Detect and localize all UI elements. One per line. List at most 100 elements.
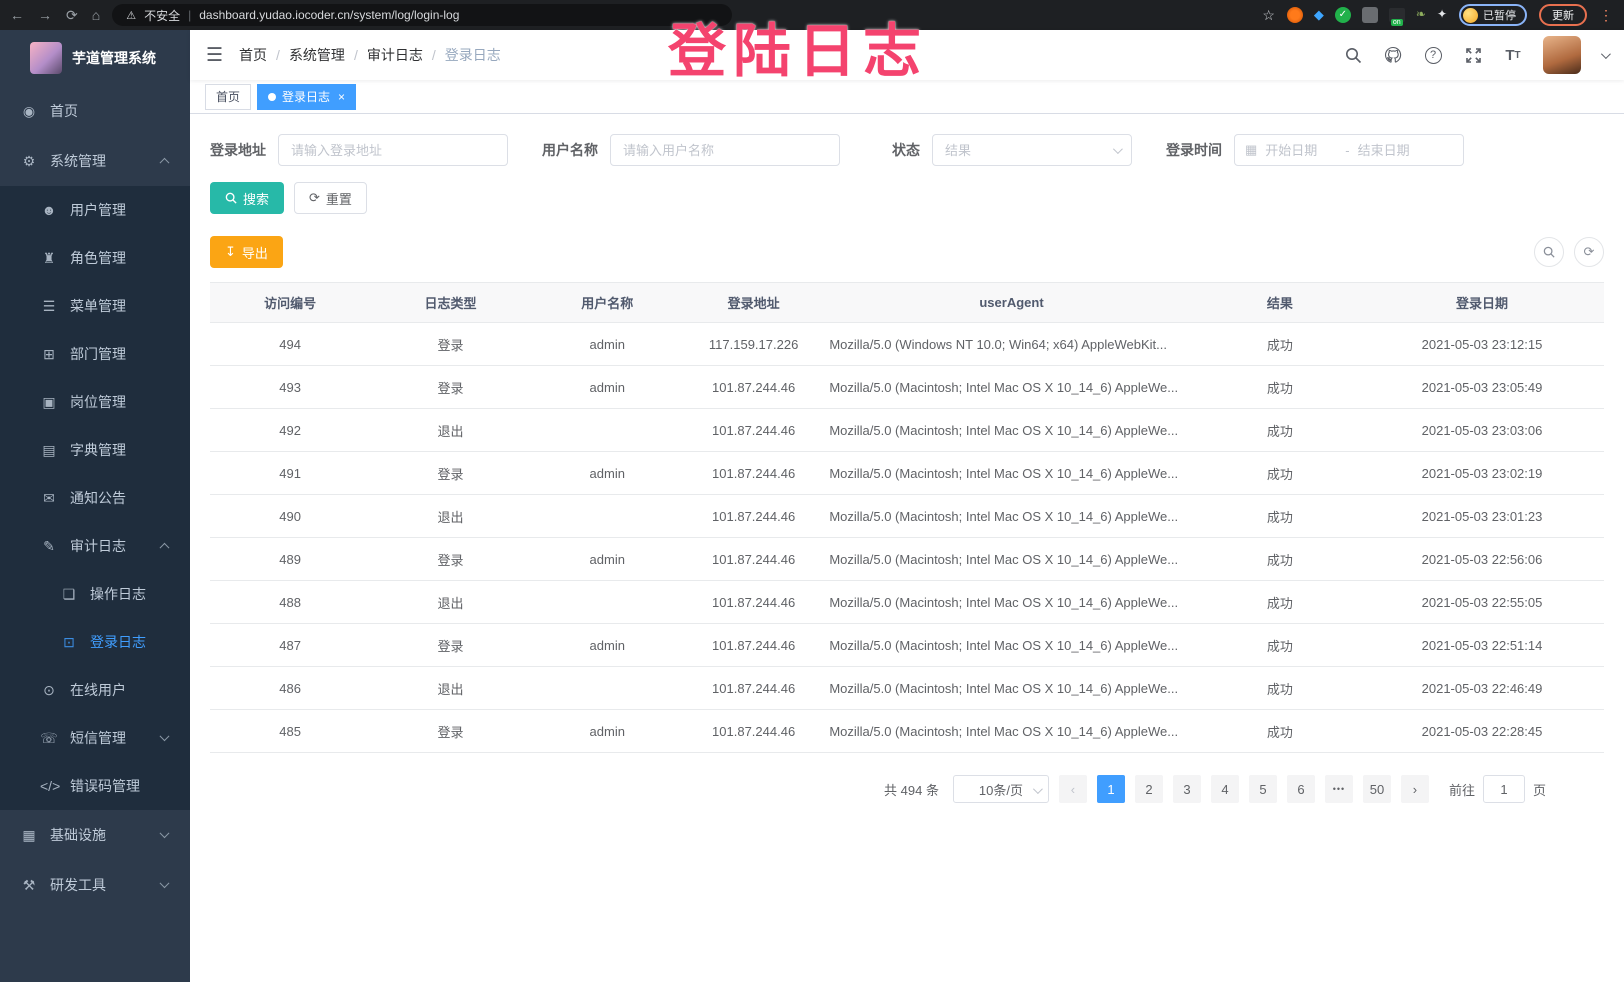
- sidebar-item-label: 用户管理: [70, 200, 126, 220]
- page-size-select[interactable]: 10条/页: [953, 775, 1049, 803]
- column-header-1: 访问编号: [210, 283, 370, 323]
- sidebar-item-dashboard[interactable]: ◉首页: [0, 86, 190, 136]
- calendar-icon: ▦: [1245, 142, 1257, 158]
- table-row: 491登录admin101.87.244.46Mozilla/5.0 (Maci…: [210, 452, 1604, 495]
- avatar-caret-down-icon[interactable]: [1601, 49, 1611, 59]
- sidebar-item-dict[interactable]: ▤字典管理: [0, 426, 190, 474]
- status-select[interactable]: [932, 134, 1132, 166]
- prev-page-button[interactable]: ‹: [1059, 775, 1087, 803]
- sidebar-item-sms[interactable]: ☏短信管理: [0, 714, 190, 762]
- username-input[interactable]: [610, 134, 840, 166]
- sidebar-item-gear[interactable]: ⚙系统管理: [0, 136, 190, 186]
- cell: 登录: [370, 710, 530, 753]
- active-tab-dot-icon: [268, 93, 276, 101]
- browser-profile-paused[interactable]: 已暂停: [1459, 4, 1527, 26]
- sidebar-item-user[interactable]: ☻用户管理: [0, 186, 190, 234]
- online-users-icon: ⊙: [40, 682, 58, 699]
- page-button-4[interactable]: 4: [1211, 775, 1239, 803]
- cell: 489: [210, 538, 370, 581]
- next-page-button[interactable]: ›: [1401, 775, 1429, 803]
- export-button[interactable]: ↧ 导出: [210, 236, 283, 268]
- hamburger-icon[interactable]: ☰: [206, 44, 223, 67]
- tab-home[interactable]: 首页: [205, 84, 251, 110]
- sidebar-item-dept-tree[interactable]: ⊞部门管理: [0, 330, 190, 378]
- browser-menu-icon[interactable]: ⋮: [1599, 7, 1614, 24]
- sidebar-item-label: 错误码管理: [70, 776, 140, 796]
- sidebar-item-menu-list[interactable]: ☰菜单管理: [0, 282, 190, 330]
- extension-icon-plant[interactable]: ❧: [1416, 7, 1426, 23]
- sidebar-item-infra[interactable]: ▦基础设施: [0, 810, 190, 860]
- breadcrumb-audit[interactable]: 审计日志: [367, 45, 423, 65]
- cell: 485: [210, 710, 370, 753]
- refresh-icon: ⟳: [309, 190, 320, 206]
- start-date-input[interactable]: [1265, 143, 1337, 158]
- cell: 2021-05-03 22:51:14: [1360, 624, 1604, 667]
- sidebar-item-tool[interactable]: ⚒研发工具: [0, 860, 190, 910]
- page-button-2[interactable]: 2: [1135, 775, 1163, 803]
- page-unit-label: 页: [1533, 780, 1546, 799]
- search-button[interactable]: 搜索: [210, 182, 284, 214]
- browser-forward-icon[interactable]: →: [38, 7, 52, 24]
- fullscreen-icon[interactable]: [1463, 45, 1483, 65]
- tab-close-icon[interactable]: ×: [338, 90, 345, 104]
- cell: 成功: [1200, 624, 1360, 667]
- font-size-icon[interactable]: TT: [1503, 45, 1523, 65]
- sidebar-item-role[interactable]: ♜角色管理: [0, 234, 190, 282]
- browser-reload-icon[interactable]: ⟳: [66, 7, 78, 24]
- more-pages-button[interactable]: •••: [1325, 775, 1353, 803]
- sidebar-item-post[interactable]: ▣岗位管理: [0, 378, 190, 426]
- extension-icon-gem[interactable]: ◆: [1314, 7, 1324, 23]
- status-label: 状态: [892, 140, 920, 160]
- sidebar-item-label: 字典管理: [70, 440, 126, 460]
- page-button-6[interactable]: 6: [1287, 775, 1315, 803]
- end-date-input[interactable]: [1358, 143, 1430, 158]
- extension-icon-on-badge[interactable]: [1389, 8, 1405, 22]
- dashboard-icon: ◉: [20, 103, 38, 120]
- sidebar-item-login-log[interactable]: ⊡登录日志: [0, 618, 190, 666]
- last-page-button[interactable]: 50: [1363, 775, 1391, 803]
- extension-icon-orange[interactable]: [1287, 7, 1303, 23]
- search-icon[interactable]: [1343, 45, 1363, 65]
- browser-update-button[interactable]: 更新: [1539, 4, 1587, 26]
- toggle-search-button[interactable]: [1534, 237, 1564, 267]
- tab-login-log[interactable]: 登录日志 ×: [257, 84, 356, 110]
- help-icon[interactable]: ?: [1423, 45, 1443, 65]
- cell: 登录: [370, 366, 530, 409]
- breadcrumb-system[interactable]: 系统管理: [289, 45, 345, 65]
- app-logo: [30, 42, 62, 74]
- page-button-3[interactable]: 3: [1173, 775, 1201, 803]
- extension-puzzle-icon[interactable]: ✦: [1437, 7, 1447, 23]
- cell: 101.87.244.46: [684, 667, 823, 710]
- extension-icon-grid[interactable]: [1362, 7, 1378, 23]
- column-header-6: 结果: [1200, 283, 1360, 323]
- sidebar-item-notice[interactable]: ✉通知公告: [0, 474, 190, 522]
- sidebar-item-online-users[interactable]: ⊙在线用户: [0, 666, 190, 714]
- cell: [531, 581, 684, 624]
- refresh-table-button[interactable]: ⟳: [1574, 237, 1604, 267]
- cell: Mozilla/5.0 (Macintosh; Intel Mac OS X 1…: [823, 366, 1199, 409]
- goto-page-input[interactable]: [1483, 775, 1525, 803]
- sidebar-item-error-code[interactable]: </>错误码管理: [0, 762, 190, 810]
- dept-tree-icon: ⊞: [40, 346, 58, 363]
- user-avatar[interactable]: [1543, 36, 1581, 74]
- breadcrumb-current: 登录日志: [445, 45, 501, 65]
- username-label: 用户名称: [542, 140, 598, 160]
- extension-icon-green[interactable]: ✓: [1335, 7, 1351, 23]
- browser-address-bar[interactable]: ⚠ 不安全 | dashboard.yudao.iocoder.cn/syste…: [112, 4, 732, 26]
- download-icon: ↧: [225, 244, 236, 260]
- page-button-5[interactable]: 5: [1249, 775, 1277, 803]
- sidebar-item-audit-log[interactable]: ✎审计日志: [0, 522, 190, 570]
- app-logo-row[interactable]: 芋道管理系统: [0, 30, 190, 86]
- browser-home-icon[interactable]: ⌂: [92, 7, 100, 24]
- page-button-1[interactable]: 1: [1097, 775, 1125, 803]
- github-icon[interactable]: [1383, 45, 1403, 65]
- sidebar-item-operation-log[interactable]: ❏操作日志: [0, 570, 190, 618]
- cell: 退出: [370, 495, 530, 538]
- address-input[interactable]: [278, 134, 508, 166]
- bookmark-star-icon[interactable]: ☆: [1262, 7, 1275, 24]
- breadcrumb-home[interactable]: 首页: [239, 45, 267, 65]
- browser-back-icon[interactable]: ←: [10, 7, 24, 24]
- cell: 101.87.244.46: [684, 710, 823, 753]
- date-range-picker[interactable]: ▦ -: [1234, 134, 1464, 166]
- reset-button[interactable]: ⟳ 重置: [294, 182, 367, 214]
